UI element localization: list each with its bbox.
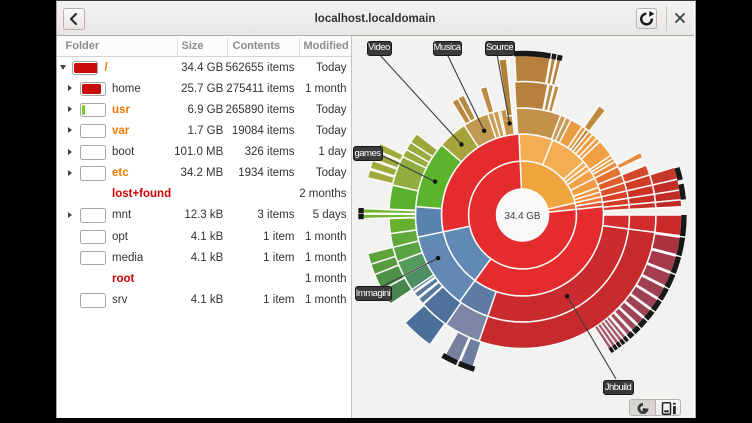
svg-text:34.4 GB: 34.4 GB [505,211,541,222]
